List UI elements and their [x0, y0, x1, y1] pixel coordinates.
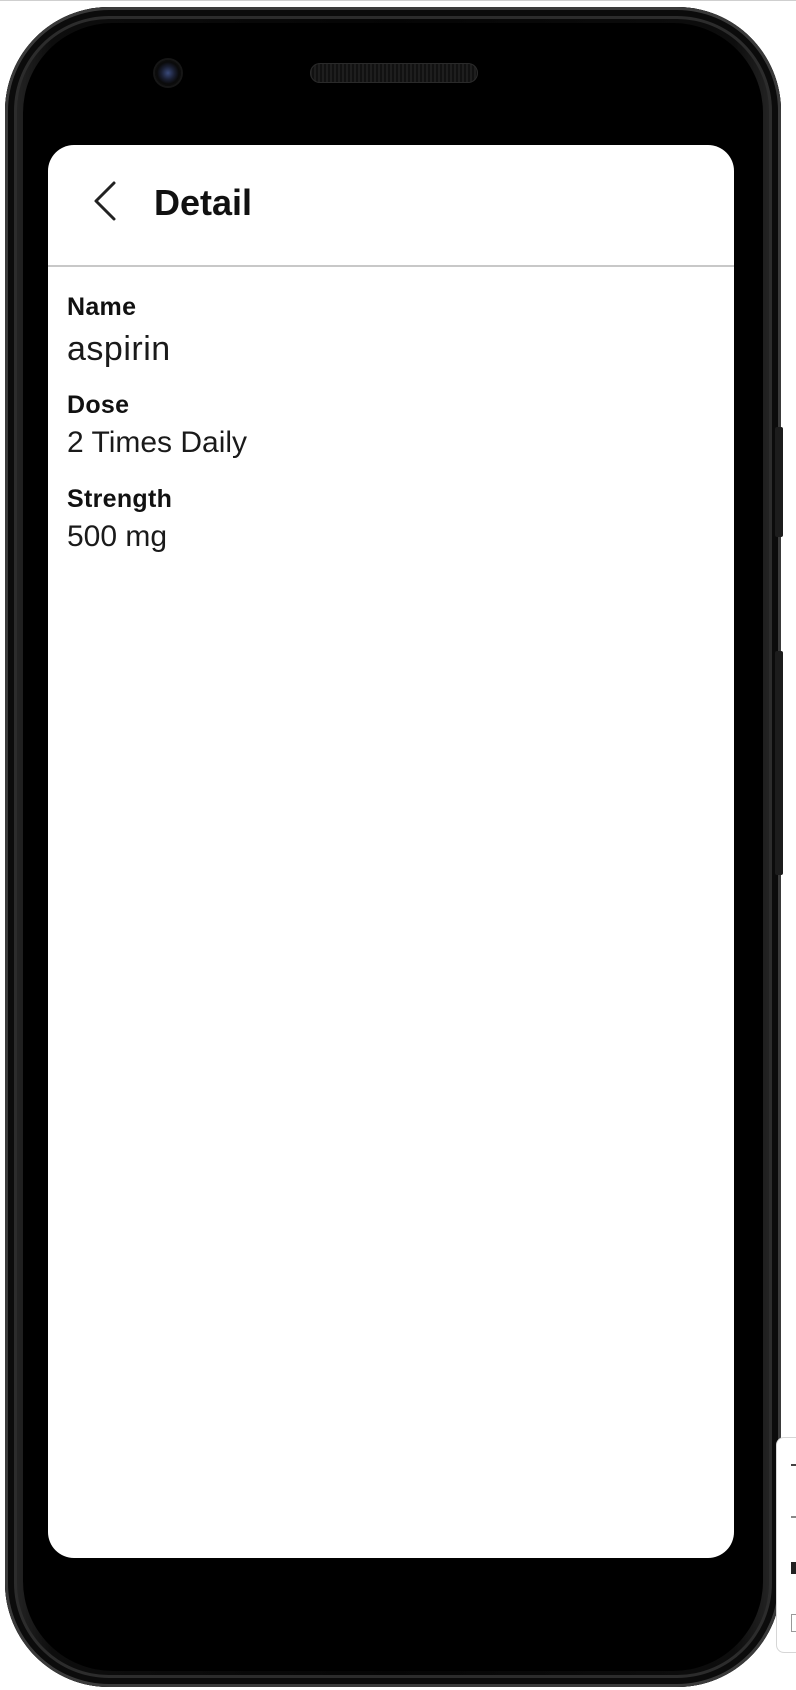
toolbar-mark: [791, 1516, 796, 1518]
field-value: 500 mg: [67, 520, 168, 553]
page-title: Detail: [154, 182, 253, 223]
back-button[interactable]: [86, 179, 126, 223]
field-label: Strength: [67, 485, 173, 513]
detail-field-dose: Dose 2 Times Daily: [67, 393, 247, 458]
toolbar-mark: [791, 1614, 796, 1632]
toolbar-mark: [791, 1464, 796, 1466]
detail-field-name: Name aspirin: [67, 293, 171, 368]
detail-field-strength: Strength 500 mg: [67, 487, 172, 552]
app-bar: Detail: [48, 145, 734, 267]
chevron-left-icon: [94, 181, 116, 221]
field-value: aspirin: [67, 330, 171, 368]
emulator-toolbar-edge[interactable]: [776, 1437, 796, 1653]
emulator-stage: Detail Name aspirin Dose 2 Times Daily S…: [0, 0, 796, 1690]
earpiece-speaker: [310, 63, 478, 83]
power-button[interactable]: [775, 427, 783, 537]
volume-button[interactable]: [775, 651, 783, 875]
field-label: Name: [67, 293, 137, 321]
toolbar-mark: [791, 1562, 796, 1574]
field-label: Dose: [67, 391, 130, 419]
app-screen: Detail Name aspirin Dose 2 Times Daily S…: [48, 145, 734, 1558]
field-value: 2 Times Daily: [67, 426, 248, 459]
front-camera-icon: [155, 60, 181, 86]
